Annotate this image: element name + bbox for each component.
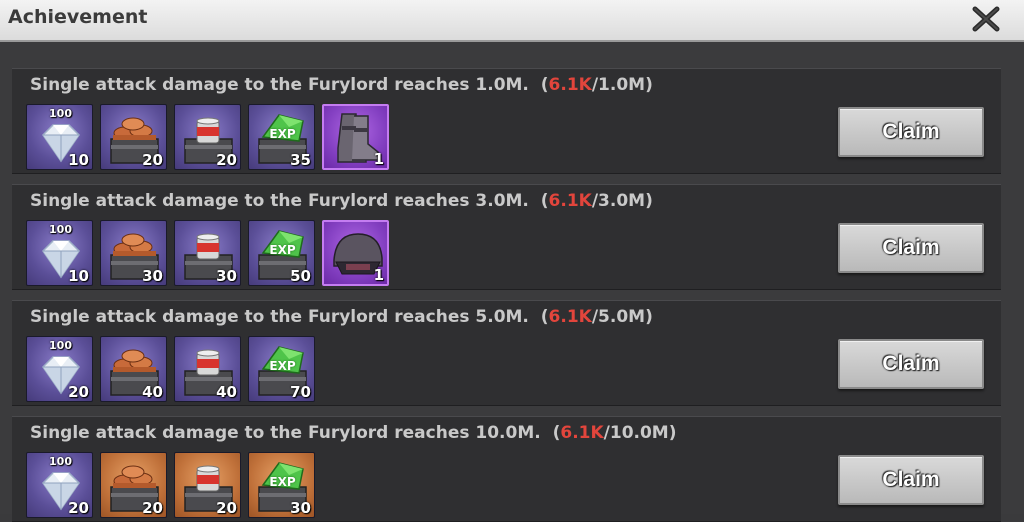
reward-badge: 100: [49, 223, 72, 236]
reward-quantity: 20: [216, 151, 237, 169]
reward-item[interactable]: EXP 30: [248, 452, 315, 518]
reward-quantity: 1: [373, 150, 384, 168]
reward-quantity: 30: [142, 267, 163, 285]
progress-total: /1.0M): [591, 75, 653, 95]
claim-button[interactable]: Claim: [838, 223, 984, 273]
claim-button[interactable]: Claim: [838, 455, 984, 505]
reward-badge: 100: [49, 107, 72, 120]
reward-badge: 100: [49, 339, 72, 352]
reward-item[interactable]: 1: [322, 220, 389, 286]
reward-quantity: 40: [142, 383, 163, 401]
claim-button[interactable]: Claim: [838, 339, 984, 389]
reward-badge: EXP: [269, 243, 296, 257]
title-bar: Achievement: [0, 0, 1024, 42]
reward-item[interactable]: 30: [100, 220, 167, 286]
achievement-description: Single attack damage to the Furylord rea…: [30, 75, 653, 95]
achievement-description: Single attack damage to the Furylord rea…: [30, 307, 653, 327]
reward-item[interactable]: 30: [174, 220, 241, 286]
achievement-description: Single attack damage to the Furylord rea…: [30, 191, 653, 211]
achievement-row: Single attack damage to the Furylord rea…: [12, 68, 1001, 174]
reward-quantity: 35: [290, 151, 311, 169]
achievement-description: Single attack damage to the Furylord rea…: [30, 423, 677, 443]
task-text: Single attack damage to the Furylord rea…: [30, 307, 529, 327]
reward-quantity: 10: [68, 267, 89, 285]
reward-quantity: 20: [216, 499, 237, 517]
reward-item[interactable]: 40: [174, 336, 241, 402]
task-text: Single attack damage to the Furylord rea…: [30, 423, 541, 443]
reward-item[interactable]: 100 20: [26, 452, 93, 518]
progress-total: /10.0M): [603, 423, 677, 443]
reward-quantity: 70: [290, 383, 311, 401]
reward-item[interactable]: 20: [100, 104, 167, 170]
reward-quantity: 10: [68, 151, 89, 169]
reward-item[interactable]: 100 20: [26, 336, 93, 402]
reward-quantity: 20: [68, 499, 89, 517]
reward-quantity: 50: [290, 267, 311, 285]
reward-item[interactable]: 1: [322, 104, 389, 170]
progress-current: 6.1K: [548, 191, 592, 211]
reward-quantity: 20: [142, 499, 163, 517]
progress-open: (: [540, 307, 549, 327]
achievement-row: Single attack damage to the Furylord rea…: [12, 416, 1001, 522]
reward-item[interactable]: EXP 35: [248, 104, 315, 170]
achievement-row: Single attack damage to the Furylord rea…: [12, 184, 1001, 290]
progress-total: /5.0M): [591, 307, 653, 327]
claim-button[interactable]: Claim: [838, 107, 984, 157]
reward-quantity: 1: [373, 266, 384, 284]
progress-current: 6.1K: [548, 307, 592, 327]
reward-item[interactable]: EXP 70: [248, 336, 315, 402]
progress-current: 6.1K: [560, 423, 604, 443]
reward-list: 100 10 30 30 EXP 50 1: [26, 220, 389, 288]
reward-badge: EXP: [269, 127, 296, 141]
reward-quantity: 30: [216, 267, 237, 285]
reward-item[interactable]: 40: [100, 336, 167, 402]
reward-list: 100 10 20 20 EXP 35 1: [26, 104, 389, 172]
reward-badge: EXP: [269, 475, 296, 489]
close-icon[interactable]: [968, 2, 1004, 36]
reward-item[interactable]: 20: [174, 104, 241, 170]
progress-open: (: [540, 191, 549, 211]
reward-list: 100 20 40 40 EXP 70: [26, 336, 315, 404]
task-text: Single attack damage to the Furylord rea…: [30, 191, 529, 211]
reward-quantity: 40: [216, 383, 237, 401]
achievement-row: Single attack damage to the Furylord rea…: [12, 300, 1001, 406]
progress-total: /3.0M): [591, 191, 653, 211]
reward-quantity: 30: [290, 499, 311, 517]
window-title: Achievement: [8, 6, 148, 28]
progress-open: (: [540, 75, 549, 95]
task-text: Single attack damage to the Furylord rea…: [30, 75, 529, 95]
reward-badge: 100: [49, 455, 72, 468]
reward-list: 100 20 20 20 EXP 30: [26, 452, 315, 520]
reward-item[interactable]: EXP 50: [248, 220, 315, 286]
reward-quantity: 20: [68, 383, 89, 401]
reward-item[interactable]: 100 10: [26, 220, 93, 286]
reward-quantity: 20: [142, 151, 163, 169]
reward-item[interactable]: 100 10: [26, 104, 93, 170]
reward-badge: EXP: [269, 359, 296, 373]
reward-item[interactable]: 20: [174, 452, 241, 518]
reward-item[interactable]: 20: [100, 452, 167, 518]
progress-current: 6.1K: [548, 75, 592, 95]
